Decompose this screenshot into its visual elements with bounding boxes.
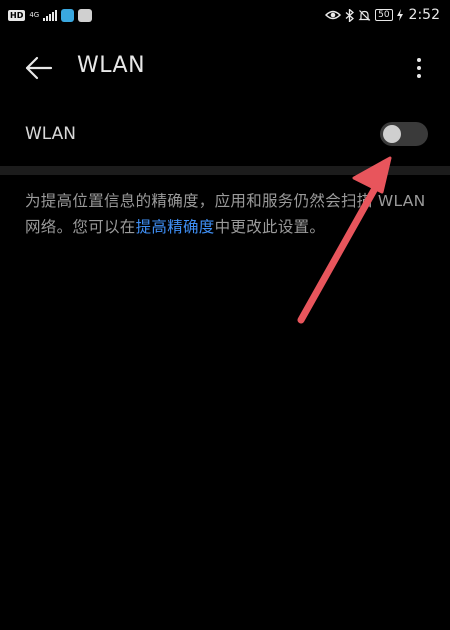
charging-icon	[396, 9, 403, 21]
improve-accuracy-link[interactable]: 提高精确度	[136, 218, 215, 236]
app-bar: WLAN	[0, 40, 450, 96]
wlan-scan-description: 为提高位置信息的精确度，应用和服务仍然会扫描 WLAN 网络。您可以在提高精确度…	[25, 188, 435, 240]
eye-icon	[325, 10, 342, 20]
back-arrow-icon[interactable]	[24, 54, 54, 82]
wlan-label: WLAN	[25, 124, 77, 144]
description-text-end: 中更改此设置。	[214, 218, 326, 236]
status-bar-left: HD 4G	[8, 8, 93, 22]
hd-badge: HD	[8, 9, 26, 21]
status-bar: HD 4G 50 2:52	[0, 0, 450, 30]
notification-app-icon-2	[78, 8, 93, 22]
status-time: 2:52	[408, 7, 440, 23]
section-divider	[0, 166, 450, 175]
status-bar-right: 50 2:52	[325, 7, 440, 23]
wlan-toggle-switch[interactable]	[380, 122, 428, 146]
battery-icon: 50	[375, 9, 393, 21]
wlan-toggle-row[interactable]: WLAN	[0, 110, 450, 160]
more-options-icon[interactable]	[411, 54, 427, 82]
bluetooth-icon	[345, 8, 355, 22]
mute-bell-icon	[358, 9, 371, 21]
network-type: 4G	[29, 10, 40, 19]
wlan-toggle-knob	[383, 125, 401, 143]
notification-app-icon	[61, 8, 75, 22]
signal-strength-icon	[43, 9, 58, 21]
page-title: WLAN	[77, 53, 146, 78]
